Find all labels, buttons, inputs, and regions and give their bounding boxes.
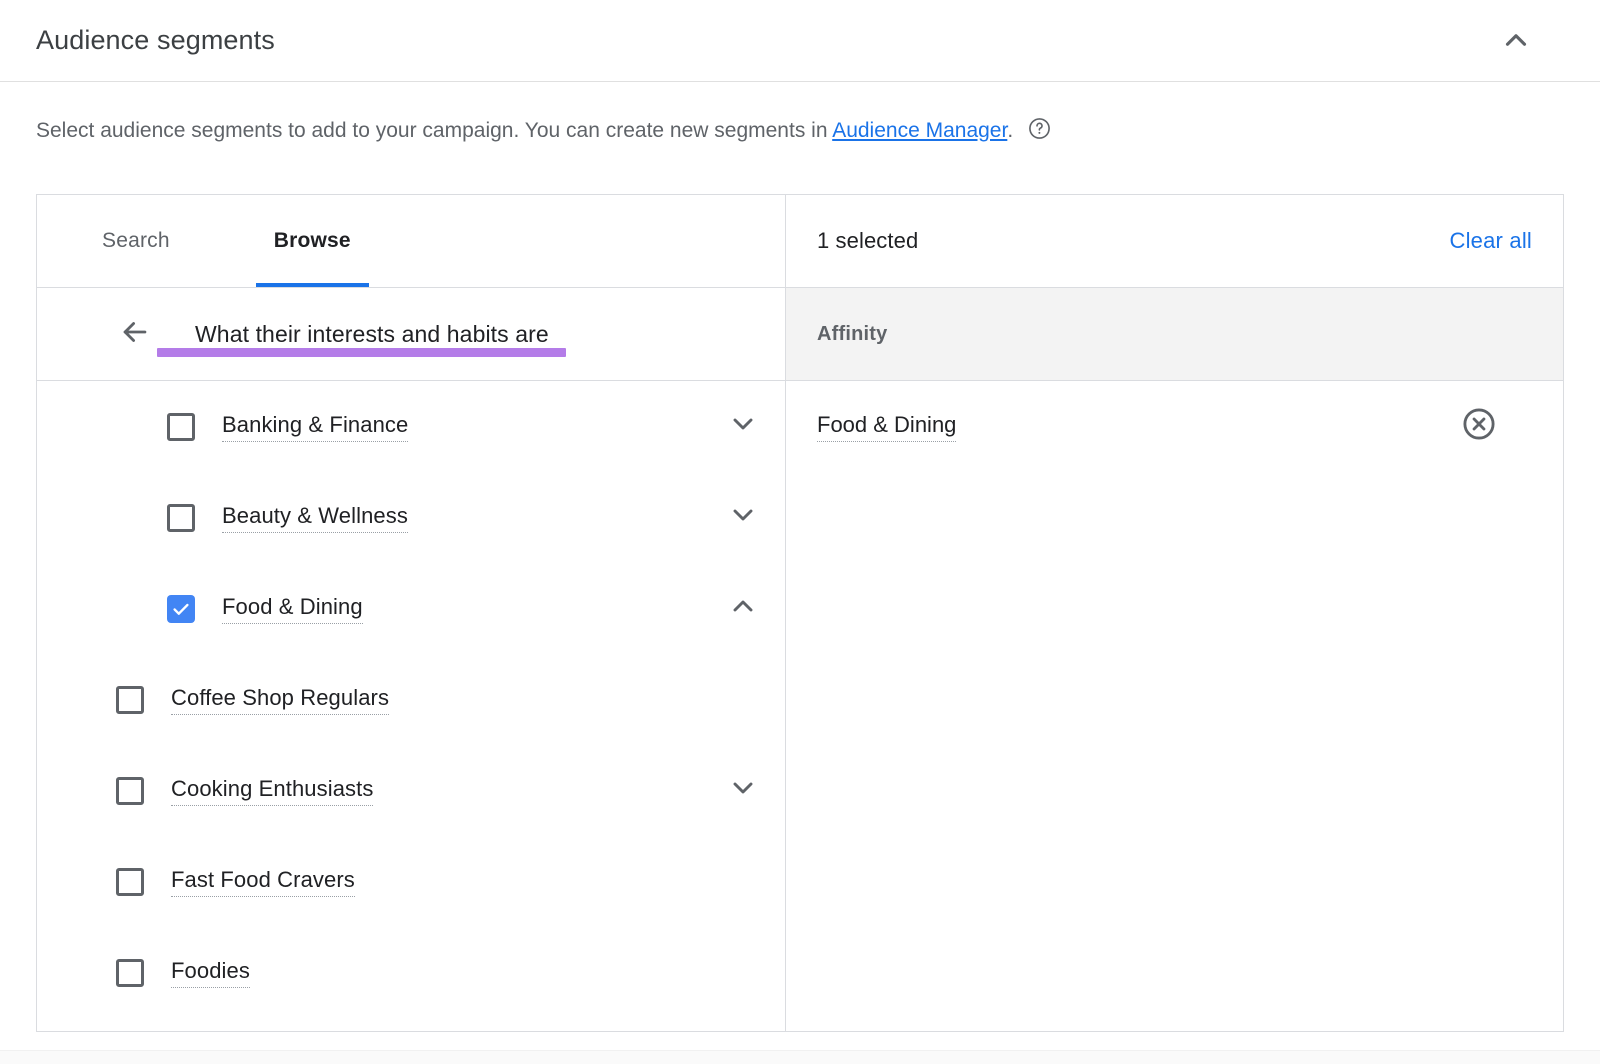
arrow-left-icon [118, 315, 152, 354]
remove-selected-item-button[interactable] [1457, 405, 1501, 449]
tab-bar: Search Browse [37, 195, 785, 288]
checkbox-box-checked [167, 595, 195, 623]
collapse-section-button[interactable] [1494, 20, 1538, 64]
expand-banking-finance-button[interactable] [721, 405, 765, 449]
list-item-label[interactable]: Beauty & Wellness [222, 503, 408, 533]
checkbox-coffee-shop-regulars[interactable] [113, 686, 146, 714]
list-item[interactable]: Fast Food Cravers [37, 836, 785, 927]
tab-browse[interactable]: Browse [256, 195, 369, 287]
tab-search[interactable]: Search [84, 195, 188, 287]
bottom-strip [0, 1050, 1600, 1064]
section-description: Select audience segments to add to your … [36, 116, 1051, 146]
chevron-up-icon [1499, 23, 1533, 62]
tab-browse-label: Browse [274, 229, 351, 253]
audience-manager-link[interactable]: Audience Manager [832, 119, 1007, 142]
expand-cooking-enthusiasts-button[interactable] [721, 769, 765, 813]
selected-item-label[interactable]: Food & Dining [817, 412, 956, 442]
list-item-label[interactable]: Foodies [171, 958, 250, 988]
list-item-label[interactable]: Fast Food Cravers [171, 867, 355, 897]
selected-column: 1 selected Clear all Affinity Food & Din… [786, 195, 1563, 1031]
browse-list: Banking & Finance Beauty & Wellness [37, 381, 785, 1018]
list-item[interactable]: Cooking Enthusiasts [37, 745, 785, 836]
list-item[interactable]: Beauty & Wellness [37, 472, 785, 563]
checkbox-food-dining[interactable] [164, 595, 197, 623]
list-item-label[interactable]: Cooking Enthusiasts [171, 776, 373, 806]
checkbox-box [167, 504, 195, 532]
checkbox-fast-food-cravers[interactable] [113, 868, 146, 896]
description-text-before: Select audience segments to add to your … [36, 119, 832, 142]
list-item[interactable]: Coffee Shop Regulars [37, 654, 785, 745]
clear-all-button[interactable]: Clear all [1450, 228, 1533, 254]
back-button[interactable] [117, 316, 153, 352]
selected-header: 1 selected Clear all [786, 195, 1563, 288]
tab-search-label: Search [102, 229, 170, 253]
page-title: Audience segments [36, 23, 275, 57]
expand-beauty-wellness-button[interactable] [721, 496, 765, 540]
list-item-label[interactable]: Food & Dining [222, 594, 363, 624]
checkbox-box [116, 686, 144, 714]
close-circle-icon [1461, 406, 1497, 447]
breadcrumb: What their interests and habits are [37, 288, 785, 381]
audience-segments-panel: Search Browse What their interests and h… [36, 194, 1564, 1032]
browse-column: Search Browse What their interests and h… [37, 195, 786, 1031]
checkbox-box [116, 959, 144, 987]
list-item-label[interactable]: Banking & Finance [222, 412, 408, 442]
chevron-down-icon [727, 499, 759, 536]
chevron-down-icon [727, 772, 759, 809]
chevron-down-icon [727, 408, 759, 445]
help-circle-icon[interactable] [1028, 117, 1051, 140]
list-item[interactable]: Food & Dining [37, 563, 785, 654]
checkbox-box [167, 413, 195, 441]
checkbox-cooking-enthusiasts[interactable] [113, 777, 146, 805]
list-item[interactable]: Foodies [37, 927, 785, 1018]
selected-group-label: Affinity [817, 323, 887, 346]
collapse-food-dining-button[interactable] [721, 587, 765, 631]
checkbox-box [116, 868, 144, 896]
breadcrumb-current-label[interactable]: What their interests and habits are [195, 321, 549, 348]
checkbox-beauty-wellness[interactable] [164, 504, 197, 532]
checkbox-foodies[interactable] [113, 959, 146, 987]
checkbox-banking-finance[interactable] [164, 413, 197, 441]
list-item[interactable]: Banking & Finance [37, 381, 785, 472]
selected-list-item: Food & Dining [786, 381, 1563, 472]
card-header: Audience segments [0, 0, 1600, 82]
selected-group-header: Affinity [786, 288, 1563, 381]
chevron-up-icon [727, 590, 759, 627]
description-text-after: . [1007, 119, 1013, 142]
list-item-label[interactable]: Coffee Shop Regulars [171, 685, 389, 715]
checkbox-box [116, 777, 144, 805]
selected-count-label: 1 selected [817, 228, 918, 254]
